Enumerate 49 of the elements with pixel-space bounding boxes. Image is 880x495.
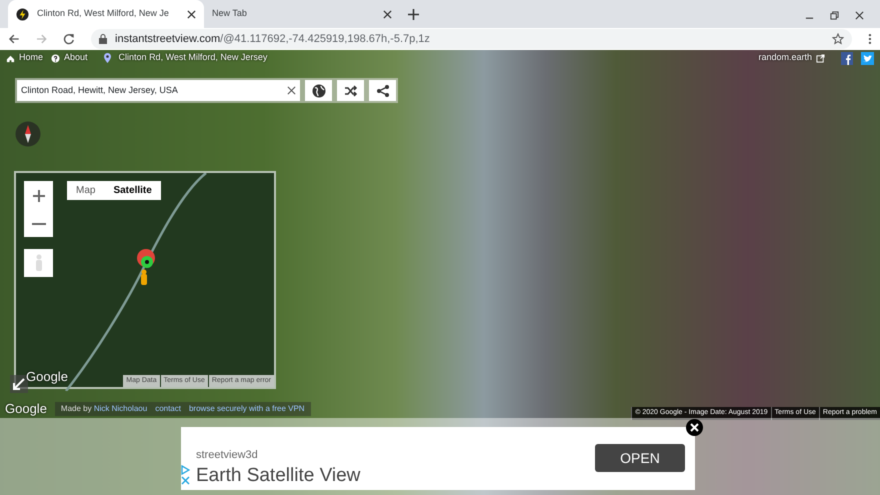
url-bar[interactable]: instantstreetview.com/@41.117692,-74.425919,198.67h,-5.7p,1z [91,29,852,49]
close-icon[interactable] [855,11,864,20]
footer-link[interactable]: contact [155,402,181,414]
twitter-icon[interactable] [861,52,874,64]
credit-text: Made by Nick Nicholaou [60,402,148,414]
nav-link[interactable]: About [51,51,88,65]
plus-icon [32,188,46,203]
favicon-icon [16,8,29,20]
close-icon[interactable] [383,10,392,18]
search-field[interactable]: Clinton Road, Hewitt, New Jersey, USA [17,80,300,101]
reload-icon[interactable] [63,33,76,45]
new-tab-icon[interactable] [408,9,419,20]
browser-tab[interactable]: Clinton Rd, West Milford, New Je [8,0,204,28]
google-logo: Google [26,368,68,386]
ad-advertiser: streetview3d [196,448,258,463]
lock-icon [99,34,108,44]
random-earth-link[interactable]: random.earth [758,51,825,65]
share-icon [376,84,390,98]
menu-icon[interactable] [868,33,872,45]
external-link-icon [816,54,825,62]
facebook-icon[interactable] [841,52,853,64]
home-icon [6,54,15,62]
author-link[interactable]: Nick Nicholaou [94,404,148,412]
open-button[interactable]: OPEN [595,444,685,472]
compass-icon[interactable] [15,121,41,147]
nav-link[interactable]: Home [6,51,44,65]
expand-icon[interactable] [10,375,28,393]
browser-tab[interactable]: New Tab [204,0,400,28]
shuffle-icon [344,84,358,98]
ad-headline[interactable]: Earth Satellite View [196,462,360,490]
close-icon[interactable] [187,10,196,18]
back-icon[interactable] [8,33,20,45]
help-icon [51,54,60,62]
restore-icon[interactable] [830,11,839,20]
minus-icon [32,222,46,225]
google-logo: Google [5,400,47,418]
toolbar-button[interactable] [337,80,364,101]
location-text: Clinton Rd, West Milford, New Jersey [118,51,268,64]
url-text: instantstreetview.com/@41.117692,-74.425919,198.67h,-5.7p,1z [115,32,431,47]
pin-icon [104,53,111,63]
star-icon[interactable] [832,33,844,45]
globe-icon [312,84,326,98]
person-icon [34,254,44,272]
ad-choices-icon[interactable] [181,465,190,485]
footer-link[interactable]: browse securely with a free VPN [188,402,305,414]
toolbar-button[interactable] [305,80,332,101]
clear-icon[interactable] [287,86,296,95]
toolbar-button[interactable] [369,80,396,101]
close-icon[interactable] [686,419,703,436]
